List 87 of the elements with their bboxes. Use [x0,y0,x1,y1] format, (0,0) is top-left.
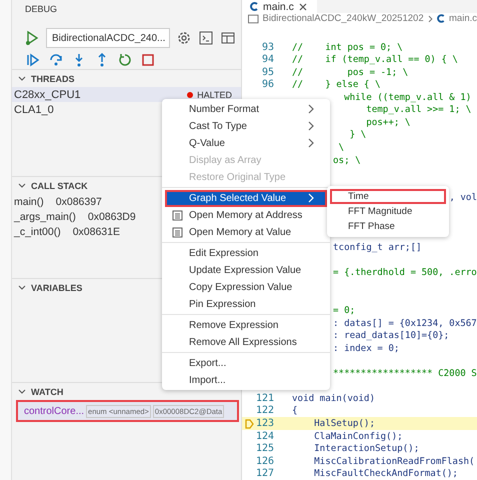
chevron-right-icon [428,14,434,23]
code-line: HalSetup(); [313,418,375,430]
menu-item[interactable]: FFT Magnitude [330,204,446,219]
restart-icon[interactable] [118,53,132,67]
section-title[interactable]: THREADS [31,74,75,84]
line-number: 125 [256,443,274,454]
line-number: 122 [256,405,274,416]
code-line: \ [338,142,344,153]
menu-item[interactable]: Open Memory at Value [165,224,327,240]
section-title[interactable]: WATCH [31,387,64,397]
menu-item[interactable]: Cast To Type [165,118,327,134]
c-file-icon [250,2,258,12]
c-file-icon [437,14,446,24]
section-title[interactable]: VARIABLES [31,283,82,293]
code-line: , vol [449,192,477,204]
thread-row[interactable]: C28xx_CPU1 HALTED [12,87,241,102]
code-line: } \ [348,129,366,140]
code-line: : datas[] = {0x1234, 0x567 [333,318,477,329]
code-line: = 0; [333,305,356,316]
section-title[interactable]: CALL STACK [31,181,88,191]
frame-address: 0x086397 [56,196,102,208]
line-number: 95 [262,66,274,78]
menu-item[interactable]: Graph Selected Value [165,190,327,206]
chevron-icon[interactable] [18,75,26,83]
folder-icon [248,14,259,24]
code-line: MiscCalibrationReadFromFlash( [313,456,475,467]
line-number: 93 [262,42,274,53]
close-icon[interactable] [298,2,307,11]
menu-item[interactable]: Copy Expression Value [165,278,327,296]
settings-icon[interactable] [176,30,192,46]
code-line: // int pos = 0; \ [292,42,403,53]
frame-address: 0x0863D9 [88,210,136,222]
menu-item[interactable]: Export... [165,354,327,372]
breadcrumb-item[interactable]: main.c [449,13,477,24]
code-line: ****************** C2000 S [333,368,477,379]
code-line: : index = 0; [333,342,400,354]
frame-function[interactable]: main() [14,196,44,208]
code-line: { [292,405,298,416]
code-line: void main(void) [292,392,375,404]
code-line: while ((temp_v.all & 1) [343,92,472,103]
code-line: // pos = -1; \ [292,66,408,78]
line-number: 121 [256,392,274,404]
menu-item[interactable]: Open Memory at Address [165,206,327,224]
code-line: temp_v.all >>= 1; \ [365,104,472,116]
menu-item[interactable]: Q-Value [165,134,327,152]
frame-function[interactable]: _c_int00() [14,226,61,238]
menu-item[interactable]: Pin Expression [165,296,327,312]
step-over-icon[interactable] [49,53,63,67]
play-icon[interactable] [24,30,40,46]
code-line: = {.therdhold = 500, .erro [333,267,477,278]
code-line: InteractionSetup(); [313,443,420,454]
continue-icon[interactable] [26,53,40,67]
menu-item[interactable]: Remove All Expressions [165,334,327,350]
frame-function[interactable]: _args_main() [14,210,76,222]
menu-item[interactable]: Edit Expression [165,244,327,262]
line-number: 123 [256,418,274,430]
menu-item[interactable]: Number Format [165,100,327,118]
code-line: MiscFaultCheckAndFormat(); [313,468,458,480]
menu-item[interactable]: Import... [165,372,327,388]
panel-title: DEBUG [24,3,58,16]
breadcrumb-item[interactable]: BidirectionalACDC_240kW_20251202 [262,13,424,24]
chevron-icon[interactable] [18,284,26,292]
config-dropdown[interactable]: BidirectionalACDC_240... [46,28,170,48]
chevron-icon[interactable] [18,182,26,190]
code-line: // } else { \ [292,79,381,90]
code-line: : read_datas[10]={0}; [333,330,450,342]
code-line: tconfig_t arr;[] [333,242,422,254]
line-number: 96 [262,79,274,90]
chevron-icon[interactable] [18,388,26,396]
line-number: 126 [256,456,274,467]
menu-item[interactable]: FFT Phase [330,219,446,234]
line-number: 124 [256,430,274,442]
code-line: ClaMainConfig(); [313,430,403,442]
window-icon[interactable] [220,30,236,46]
stop-icon[interactable] [141,53,155,67]
editor-tab[interactable]: main.c [242,0,317,14]
code-line: // if (temp_v.all == 0) { \ [292,54,458,66]
terminal-icon[interactable] [198,30,214,46]
frame-address: 0x08631E [72,226,120,238]
menu-item[interactable]: Update Expression Value [165,262,327,278]
line-number: 94 [262,54,274,66]
code-line: os; \ [333,154,361,166]
menu-item[interactable]: Time [330,189,446,204]
code-line: pos++; \ [365,116,410,128]
debug-pointer-icon [245,419,254,430]
menu-item[interactable]: Remove Expression [165,316,327,334]
line-number: 127 [256,468,274,480]
